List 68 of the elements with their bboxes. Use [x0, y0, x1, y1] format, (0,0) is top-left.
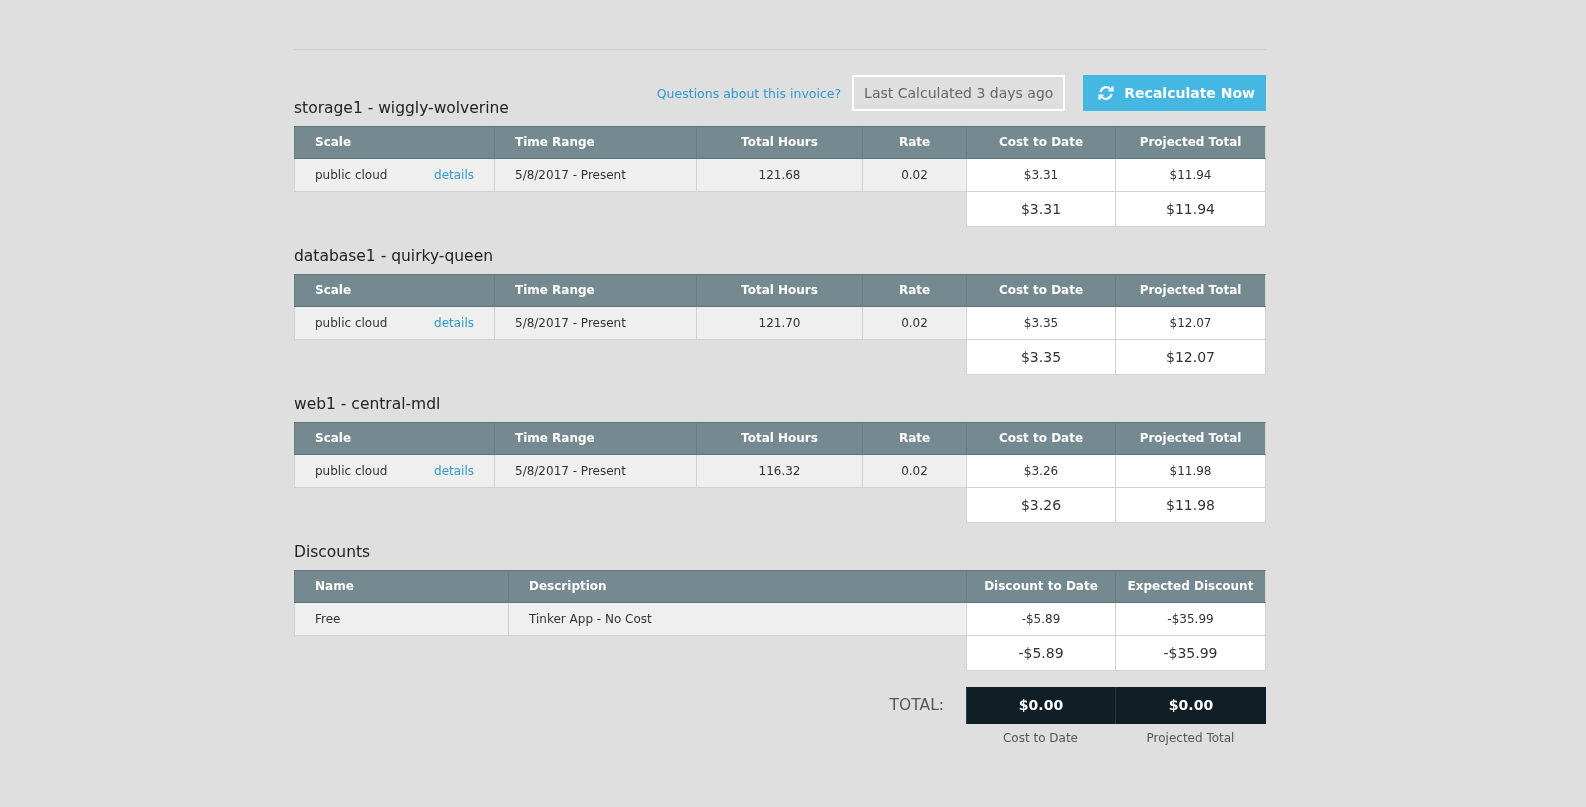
table-cell: 5/8/2017 - Present — [494, 159, 696, 192]
table-cell: 121.70 — [696, 307, 862, 340]
section-title: storage1 - wiggly-wolverine — [294, 99, 509, 118]
column-header: Projected Total — [1115, 126, 1266, 159]
last-calculated-label: Last Calculated 3 days ago — [852, 75, 1066, 111]
total-label: TOTAL: — [888, 695, 945, 716]
column-header: Cost to Date — [966, 126, 1115, 159]
column-header: Rate — [862, 274, 966, 307]
column-header: Cost to Date — [966, 422, 1115, 455]
table-cell: $3.31 — [966, 159, 1115, 192]
table-cell: $3.26 — [966, 455, 1115, 488]
column-header: Projected Total — [1115, 274, 1266, 307]
column-header: Projected Total — [1115, 422, 1266, 455]
section-title: Discounts — [294, 543, 371, 562]
recalculate-button[interactable]: Recalculate Now — [1083, 75, 1266, 111]
column-header: Time Range — [494, 274, 696, 307]
total-value: $0.00 — [966, 687, 1115, 724]
table-cell: 0.02 — [862, 159, 966, 192]
total-caption: Cost to Date — [1001, 731, 1079, 745]
subtotal-cell: $3.26 — [966, 488, 1115, 523]
section-title: web1 - central-mdl — [294, 395, 441, 414]
refresh-icon — [1097, 84, 1116, 102]
table-cell-text: public cloud — [315, 167, 388, 184]
help-link[interactable]: Questions about this invoice? — [656, 85, 842, 101]
table-cell-text: public cloud — [315, 315, 388, 332]
subtotal-cell: $12.07 — [1115, 340, 1266, 375]
details-link[interactable]: details — [434, 307, 474, 339]
subtotal-cell: $11.94 — [1115, 192, 1266, 227]
table-cell: $11.94 — [1115, 159, 1266, 192]
column-header: Total Hours — [696, 126, 862, 159]
column-header: Total Hours — [696, 422, 862, 455]
section-title: database1 - quirky-queen — [294, 247, 493, 266]
column-header: Rate — [862, 126, 966, 159]
table-cell: 5/8/2017 - Present — [494, 455, 696, 488]
table-cell: $3.35 — [966, 307, 1115, 340]
column-header: Cost to Date — [966, 274, 1115, 307]
column-header: Discount to Date — [966, 570, 1115, 603]
column-header: Name — [294, 570, 508, 603]
table-cell: Tinker App - No Cost — [508, 603, 966, 636]
details-link[interactable]: details — [434, 159, 474, 191]
column-header: Scale — [294, 274, 494, 307]
column-header: Expected Discount — [1115, 570, 1266, 603]
table-cell-text: public cloud — [315, 463, 388, 480]
table-cell: Free — [294, 603, 508, 636]
table-cell: -$5.89 — [966, 603, 1115, 636]
column-header: Total Hours — [696, 274, 862, 307]
subtotal-cell: -$35.99 — [1115, 636, 1266, 671]
table-cell: 121.68 — [696, 159, 862, 192]
details-link[interactable]: details — [434, 455, 474, 487]
table-cell: -$35.99 — [1115, 603, 1266, 636]
total-value: $0.00 — [1115, 687, 1266, 724]
table-cell: $11.98 — [1115, 455, 1266, 488]
subtotal-cell: $3.31 — [966, 192, 1115, 227]
column-header: Scale — [294, 126, 494, 159]
subtotal-cell: $11.98 — [1115, 488, 1266, 523]
subtotal-cell: $3.35 — [966, 340, 1115, 375]
table-cell: 0.02 — [862, 307, 966, 340]
table-cell: 116.32 — [696, 455, 862, 488]
column-header: Time Range — [494, 422, 696, 455]
subtotal-cell: -$5.89 — [966, 636, 1115, 671]
table-cell: 5/8/2017 - Present — [494, 307, 696, 340]
column-header: Scale — [294, 422, 494, 455]
total-caption: Projected Total — [1145, 731, 1236, 745]
table-cell: $12.07 — [1115, 307, 1266, 340]
column-header: Rate — [862, 422, 966, 455]
column-header: Time Range — [494, 126, 696, 159]
column-header: Description — [508, 570, 966, 603]
table-cell: 0.02 — [862, 455, 966, 488]
